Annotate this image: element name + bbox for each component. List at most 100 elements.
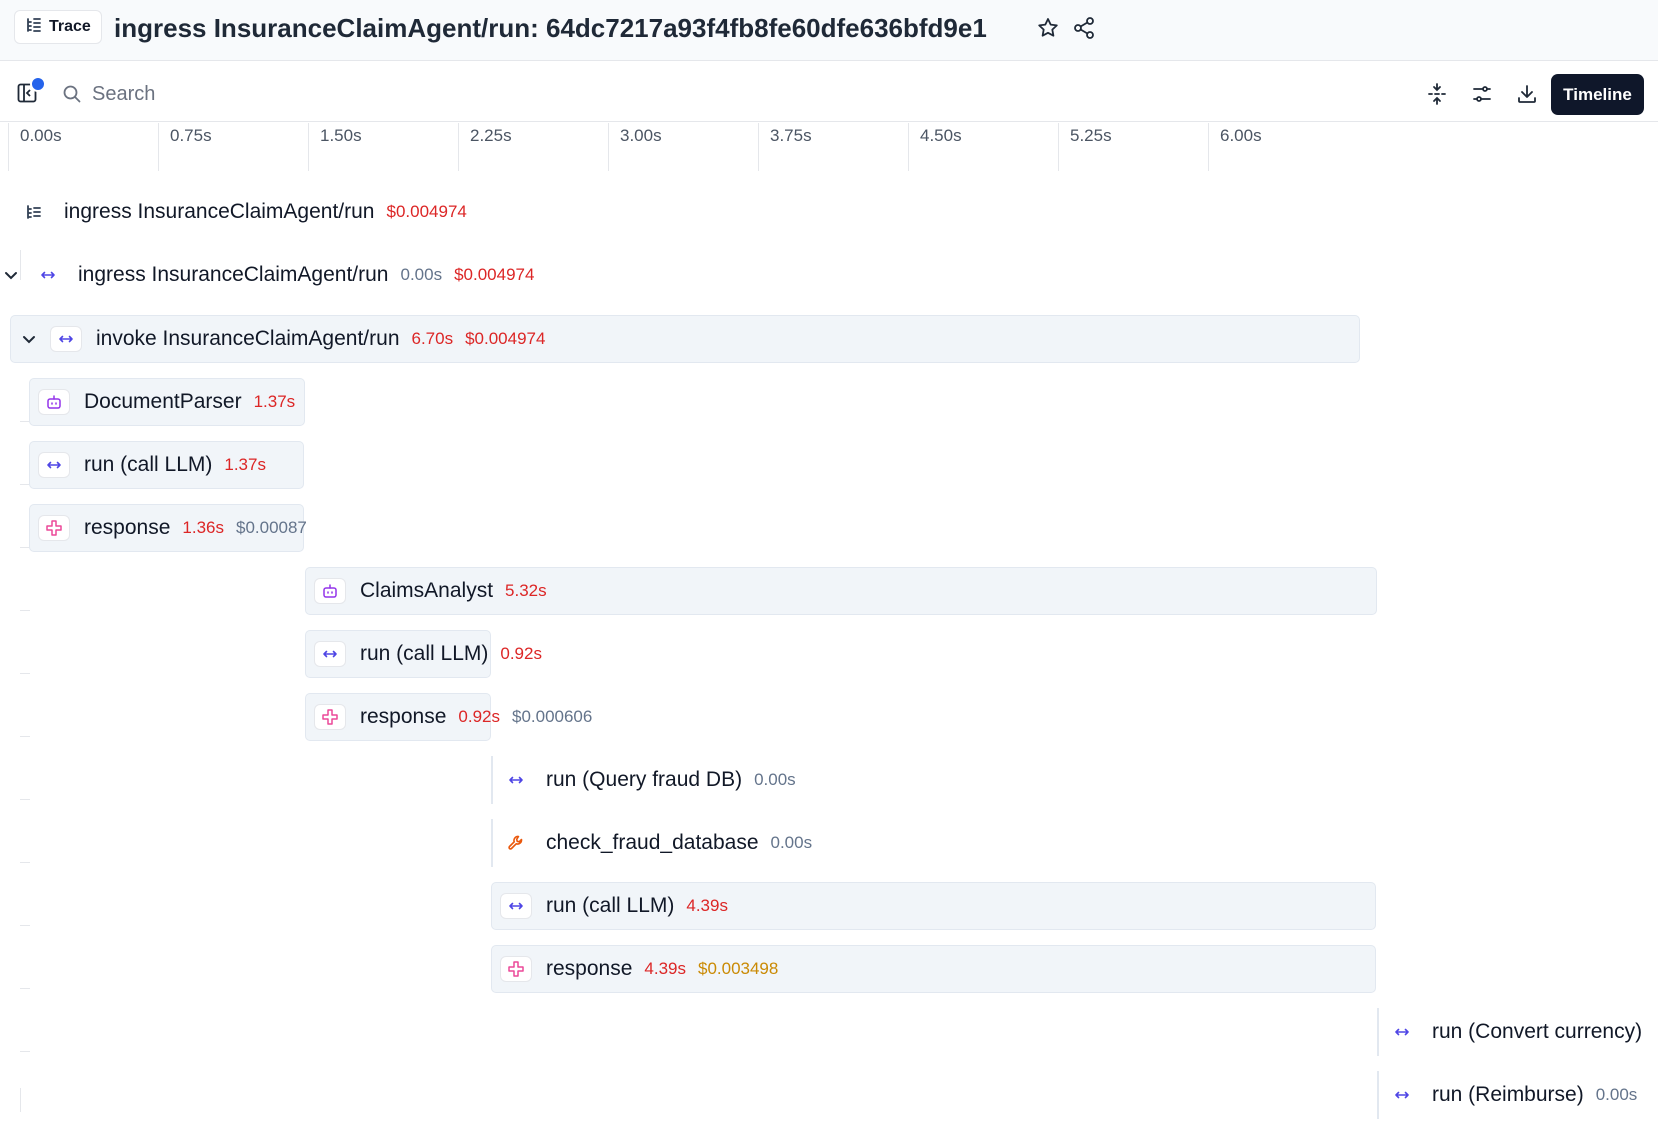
span-row[interactable]: check_fraud_database 0.00s [500,819,824,867]
span-duration: 1.37s [253,392,296,411]
trace-list-icon [18,199,50,225]
span-name: ClaimsAnalyst [360,579,494,602]
span-row[interactable]: run (Query fraud DB) 0.00s [500,756,808,804]
span-arrows-icon [500,767,532,793]
timeline-tick: 6.00s [1208,123,1262,171]
chevron-down-icon[interactable] [20,330,38,348]
tree-guide-tick [20,736,30,737]
span-name: run (Query fraud DB) [546,768,743,791]
timeline-button[interactable]: Timeline [1551,74,1644,115]
chevron-down-icon[interactable] [2,266,20,284]
span-bar [491,819,493,867]
span-cost: $0.004974 [465,329,546,348]
span-duration: 0.00s [754,770,796,789]
span-cost: $0.003498 [697,959,779,978]
span-row[interactable]: ClaimsAnalyst 5.32s [314,567,559,615]
span-name: run (call LLM) [360,642,489,665]
trace-badge[interactable]: Trace [14,10,102,44]
llm-response-icon [38,515,70,541]
span-row[interactable]: run (Convert currency) [1386,1008,1654,1056]
span-duration: 0.92s [458,707,500,726]
span-duration: 1.37s [224,455,266,474]
span-bar [1377,1008,1379,1056]
span-arrows-icon [38,452,70,478]
trace-toolbar: Timeline [0,62,1658,122]
llm-response-icon [314,704,346,730]
span-duration: 0.00s [1595,1085,1638,1104]
span-name: check_fraud_database [546,831,759,854]
span-duration: 4.39s [644,959,686,978]
span-duration: 1.36s [182,518,224,537]
span-row[interactable]: response 4.39s $0.003498 [500,945,778,993]
span-name: run (call LLM) [84,453,213,476]
tree-guide-tick [20,673,30,674]
tool-wrench-icon [500,830,532,856]
span-duration: 4.39s [686,896,728,915]
tree-guide-line [20,1088,21,1112]
span-row[interactable]: response 0.92s $0.000606 [314,693,592,741]
span-duration: 5.32s [505,581,547,600]
span-name: ingress InsuranceClaimAgent/run [78,263,389,286]
search-input[interactable] [90,78,694,110]
span-bar [491,756,493,804]
span-name: invoke InsuranceClaimAgent/run [96,327,400,350]
span-name: run (call LLM) [546,894,675,917]
span-duration: 0.00s [400,265,443,284]
span-row[interactable]: ingress InsuranceClaimAgent/run 0.00s $0… [2,251,534,299]
tree-guide-tick [20,610,30,611]
tree-guide-tick [20,862,30,863]
span-row-root[interactable]: ingress InsuranceClaimAgent/run $0.00497… [18,188,467,236]
agent-robot-icon [38,389,70,415]
timeline-tick: 2.25s [458,123,512,171]
span-cost: $0.00087 [235,518,307,537]
span-arrows-icon [1386,1019,1418,1045]
tree-guide-tick [20,925,30,926]
llm-response-icon [500,956,532,982]
search-icon [62,84,82,104]
span-arrows-icon [32,262,64,288]
span-row[interactable]: response 1.36s $0.00087 [38,504,307,552]
span-row[interactable]: invoke InsuranceClaimAgent/run 6.70s $0.… [20,315,545,363]
tree-guide-tick [20,1051,30,1052]
star-icon[interactable] [1036,16,1060,40]
trace-badge-label: Trace [49,18,91,35]
share-icon[interactable] [1072,16,1096,40]
span-arrows-icon [500,893,532,919]
span-arrows-icon [314,641,346,667]
span-arrows-icon [1386,1082,1418,1108]
timeline-tick: 4.50s [908,123,962,171]
span-name: run (Convert currency) [1432,1020,1643,1043]
timeline-tick: 3.00s [608,123,662,171]
span-duration: 0.92s [500,644,542,663]
span-name: DocumentParser [84,390,242,413]
span-cost: $0.000606 [511,707,593,726]
settings-sliders-icon[interactable] [1470,82,1494,106]
span-arrows-icon [50,326,82,352]
span-row[interactable]: run (call LLM) 4.39s [500,882,740,930]
span-bar [1377,1071,1379,1119]
agent-robot-icon [314,578,346,604]
span-row[interactable]: run (call LLM) 1.37s [38,441,278,489]
span-name: ingress InsuranceClaimAgent/run [64,200,375,223]
span-cost: $0.004974 [386,202,467,221]
tree-guide-tick [20,988,30,989]
span-name: response [360,705,447,728]
span-row[interactable]: DocumentParser 1.37s [38,378,307,426]
span-cost: $0.004974 [454,265,535,284]
span-row[interactable]: run (call LLM) 0.92s [314,630,554,678]
timeline-tick: 1.50s [308,123,362,171]
timeline-tick: 0.75s [158,123,212,171]
timeline-tick: 3.75s [758,123,812,171]
notification-dot [30,76,46,92]
timeline-tick: 0.00s [8,123,62,171]
page-title: ingress InsuranceClaimAgent/run: 64dc721… [114,13,987,43]
collapse-all-icon[interactable] [1425,82,1449,106]
span-name: run (Reimburse) [1432,1083,1584,1106]
trace-list-icon [25,16,43,39]
download-icon[interactable] [1515,82,1539,106]
timeline-tick: 5.25s [1058,123,1112,171]
span-duration: 0.00s [770,833,813,852]
tree-guide-tick [20,799,30,800]
span-name: response [546,957,633,980]
span-row[interactable]: run (Reimburse) 0.00s [1386,1071,1649,1119]
